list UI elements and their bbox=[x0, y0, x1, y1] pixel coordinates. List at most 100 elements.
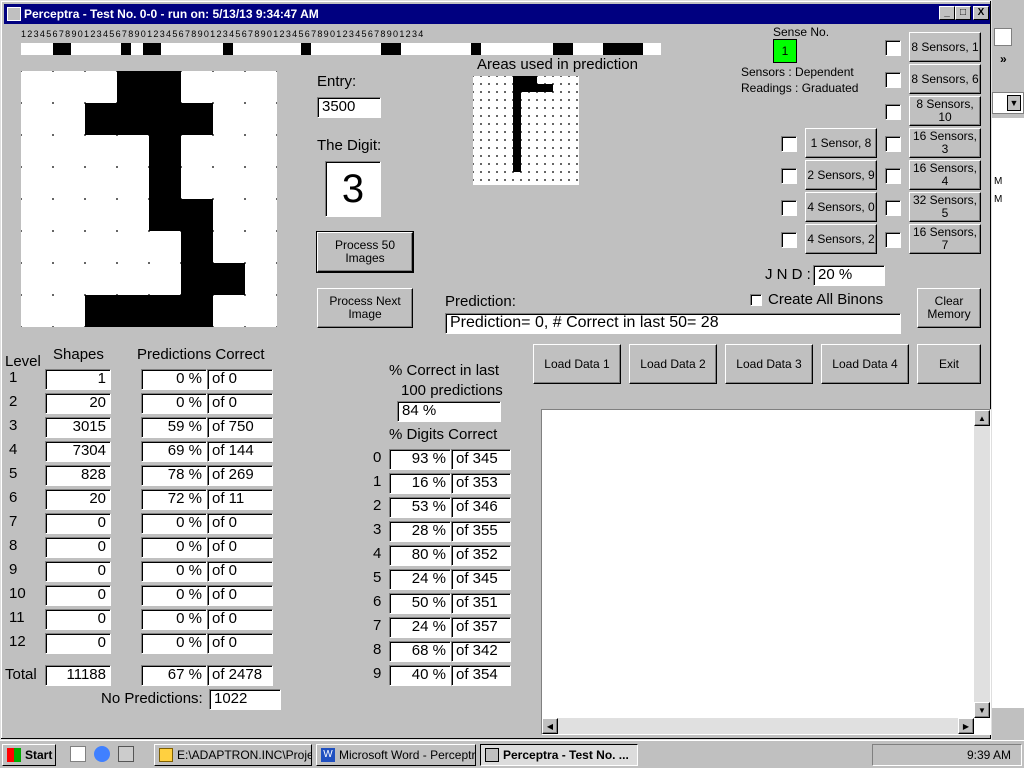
sensor-button-right[interactable]: 16 Sensors, 4 bbox=[909, 160, 981, 190]
sensor-button-right[interactable]: 8 Sensors, 10 bbox=[909, 96, 981, 126]
side-document-area: M M bbox=[992, 118, 1024, 708]
shapes-count: 0 bbox=[45, 537, 111, 558]
sensor-button-right[interactable]: 16 Sensors, 7 bbox=[909, 224, 981, 254]
clear-memory-button[interactable]: Clear Memory bbox=[917, 288, 981, 328]
level-header: Level bbox=[5, 353, 41, 370]
digit-pct: 93 % bbox=[389, 449, 451, 470]
entry-field[interactable]: 3500 bbox=[317, 97, 381, 118]
side-text-2: M bbox=[994, 194, 1003, 205]
prediction-of: of 0 bbox=[207, 513, 273, 534]
load-data-3-button[interactable]: Load Data 3 bbox=[725, 344, 813, 384]
load-data-4-button[interactable]: Load Data 4 bbox=[821, 344, 909, 384]
sensor-checkbox-left[interactable] bbox=[781, 168, 797, 184]
prediction-pct: 0 % bbox=[141, 561, 207, 582]
channels-icon[interactable] bbox=[118, 746, 134, 762]
sensor-checkbox-left[interactable] bbox=[781, 232, 797, 248]
chevron-down-icon[interactable]: ▼ bbox=[1007, 95, 1021, 111]
shapes-count: 3015 bbox=[45, 417, 111, 438]
sensor-button-left[interactable]: 1 Sensor, 8 bbox=[805, 128, 877, 158]
digit-pixel bbox=[181, 263, 245, 295]
level-number: 10 bbox=[9, 585, 26, 602]
desktop-icon[interactable] bbox=[70, 746, 86, 762]
windows-flag-icon bbox=[994, 28, 1012, 46]
scroll-left-icon[interactable]: ◀ bbox=[542, 718, 558, 734]
digit-of: of 342 bbox=[451, 641, 511, 662]
digit-pixel bbox=[149, 135, 181, 167]
sensor-button-right[interactable]: 16 Sensors, 3 bbox=[909, 128, 981, 158]
sensor-checkbox-right[interactable] bbox=[885, 136, 901, 152]
no-predictions-field: 1022 bbox=[209, 689, 281, 710]
sensor-button-right[interactable]: 32 Sensors, 5 bbox=[909, 192, 981, 222]
digit-number: 6 bbox=[373, 593, 382, 610]
last100-label-1: % Correct in last bbox=[389, 362, 500, 379]
sensor-checkbox-left[interactable] bbox=[781, 136, 797, 152]
prediction-pct: 0 % bbox=[141, 513, 207, 534]
sensor-strip-block bbox=[603, 43, 643, 55]
area-pixel bbox=[513, 92, 521, 100]
horizontal-scrollbar[interactable]: ◀ ▶ bbox=[542, 718, 974, 734]
level-number: 11 bbox=[9, 609, 25, 626]
side-dropdown[interactable]: ▼ bbox=[992, 92, 1024, 114]
sensor-button-left[interactable]: 2 Sensors, 9 bbox=[805, 160, 877, 190]
clock[interactable]: 9:39 AM bbox=[967, 748, 1011, 762]
windows-logo-icon bbox=[7, 748, 21, 762]
taskbar-item-word[interactable]: WMicrosoft Word - Perceptra... bbox=[316, 744, 476, 766]
maximize-button[interactable]: □ bbox=[955, 6, 971, 20]
sensor-strip-block bbox=[121, 43, 131, 55]
sensor-checkbox-right[interactable] bbox=[885, 232, 901, 248]
start-button[interactable]: Start bbox=[2, 744, 56, 766]
sensor-checkbox-right[interactable] bbox=[885, 168, 901, 184]
sensor-strip-block bbox=[53, 43, 71, 55]
minimize-button[interactable]: _ bbox=[939, 6, 955, 20]
sensor-checkbox-left[interactable] bbox=[781, 200, 797, 216]
exit-button[interactable]: Exit bbox=[917, 344, 981, 384]
close-button[interactable]: X bbox=[973, 6, 989, 20]
sensor-checkbox-right[interactable] bbox=[885, 200, 901, 216]
shapes-count: 0 bbox=[45, 513, 111, 534]
sensor-button-right[interactable]: 8 Sensors, 1 bbox=[909, 32, 981, 62]
prediction-field: Prediction= 0, # Correct in last 50= 28 bbox=[445, 313, 901, 334]
vertical-scrollbar[interactable]: ▲ ▼ bbox=[974, 410, 990, 718]
prediction-pct: 72 % bbox=[141, 489, 207, 510]
sensor-button-right[interactable]: 8 Sensors, 6 bbox=[909, 64, 981, 94]
jnd-field[interactable]: 20 % bbox=[813, 265, 885, 286]
prediction-pct: 78 % bbox=[141, 465, 207, 486]
load-data-2-button[interactable]: Load Data 2 bbox=[629, 344, 717, 384]
digit-of: of 346 bbox=[451, 497, 511, 518]
main-window: Perceptra - Test No. 0-0 - run on: 5/13/… bbox=[0, 0, 992, 740]
sensor-checkbox-right[interactable] bbox=[885, 104, 901, 120]
app-icon bbox=[7, 7, 21, 21]
scroll-down-icon[interactable]: ▼ bbox=[974, 702, 990, 718]
sensor-button-left[interactable]: 4 Sensors, 2 bbox=[805, 224, 877, 254]
scroll-right-icon[interactable]: ▶ bbox=[958, 718, 974, 734]
digit-number: 4 bbox=[373, 545, 382, 562]
digit-pixel bbox=[181, 103, 213, 135]
digit-number: 1 bbox=[373, 473, 382, 490]
digit-number: 5 bbox=[373, 569, 382, 586]
digit-pct: 40 % bbox=[389, 665, 451, 686]
browser-icon[interactable] bbox=[94, 746, 110, 762]
output-text-area[interactable]: ▲ ▼ ◀ ▶ bbox=[541, 409, 991, 735]
process-50-button[interactable]: Process 50 Images bbox=[316, 231, 414, 273]
create-binons-checkbox[interactable] bbox=[750, 294, 762, 306]
digit-of: of 345 bbox=[451, 449, 511, 470]
prediction-of: of 0 bbox=[207, 585, 273, 606]
system-tray: 9:39 AM bbox=[872, 744, 1022, 766]
window-title: Perceptra - Test No. 0-0 - run on: 5/13/… bbox=[24, 7, 319, 21]
total-of: of 2478 bbox=[207, 665, 273, 686]
prediction-label: Prediction: bbox=[445, 293, 516, 310]
sensor-strip bbox=[21, 43, 661, 55]
load-data-1-button[interactable]: Load Data 1 bbox=[533, 344, 621, 384]
process-next-button[interactable]: Process Next Image bbox=[317, 288, 413, 328]
level-number: 12 bbox=[9, 633, 26, 650]
side-text-1: M bbox=[994, 176, 1003, 187]
level-number: 5 bbox=[9, 465, 18, 482]
digit-pixel bbox=[149, 199, 213, 231]
taskbar-item-perceptra[interactable]: Perceptra - Test No. ... bbox=[480, 744, 638, 766]
sensor-checkbox-right[interactable] bbox=[885, 72, 901, 88]
sensor-button-left[interactable]: 4 Sensors, 0 bbox=[805, 192, 877, 222]
scroll-up-icon[interactable]: ▲ bbox=[974, 410, 990, 426]
taskbar-item-explorer[interactable]: E:\ADAPTRON.INC\Proje... bbox=[154, 744, 312, 766]
sensor-checkbox-right[interactable] bbox=[885, 40, 901, 56]
chevron-right-icon[interactable]: » bbox=[1000, 52, 1007, 66]
